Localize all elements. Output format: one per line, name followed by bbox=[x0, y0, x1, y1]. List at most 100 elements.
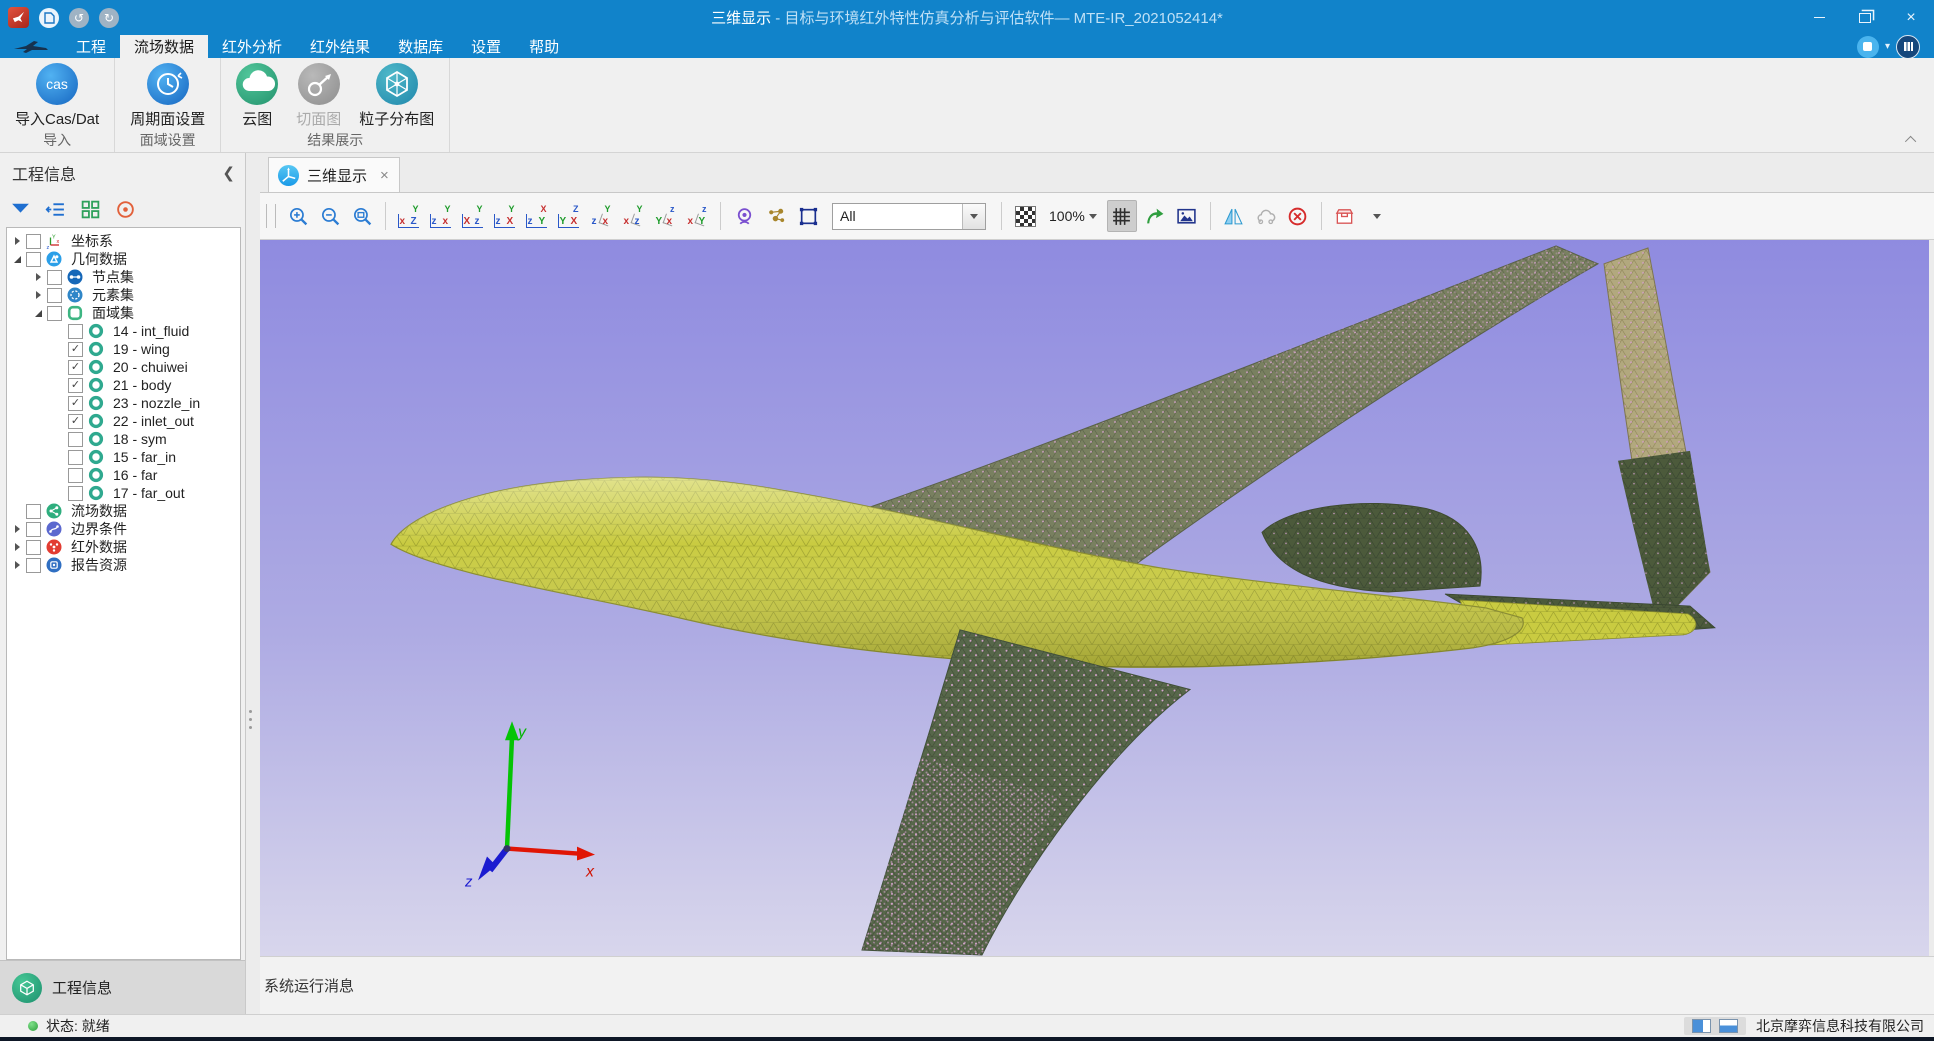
outline-list-icon[interactable] bbox=[45, 199, 66, 220]
checkbox-unchecked[interactable] bbox=[68, 450, 83, 465]
tree-row-flow-field-data-node[interactable]: 流场数据 bbox=[7, 502, 240, 520]
zoom-in-button[interactable] bbox=[284, 201, 312, 231]
checkbox-unchecked[interactable] bbox=[68, 486, 83, 501]
redo-icon[interactable]: ↻ bbox=[99, 8, 119, 28]
filter-icon[interactable] bbox=[10, 199, 31, 220]
minimize-button[interactable] bbox=[1796, 0, 1842, 35]
checkbox-checked[interactable]: ✓ bbox=[68, 360, 83, 375]
scene-3d[interactable]: y x z bbox=[260, 240, 1929, 956]
tree-row-boundary-conditions[interactable]: 边界条件 bbox=[7, 520, 240, 538]
box-select-button[interactable] bbox=[794, 201, 822, 231]
tree-row-geometry-data[interactable]: 几何数据 bbox=[7, 250, 240, 268]
tree-row-face-20-chuiwei[interactable]: ✓20 - chuiwei bbox=[7, 358, 240, 376]
opacity-checker-button[interactable] bbox=[1011, 201, 1039, 231]
mirror-display-button[interactable] bbox=[1220, 201, 1248, 231]
tree-row-face-18-sym[interactable]: 18 - sym bbox=[7, 430, 240, 448]
locate-target-icon[interactable] bbox=[115, 199, 136, 220]
zoom-out-button[interactable] bbox=[316, 201, 344, 231]
menu-item-flow-field-data[interactable]: 流场数据 bbox=[120, 35, 208, 58]
view-bottom-button[interactable]: ZYX bbox=[555, 201, 583, 231]
menu-item-settings[interactable]: 设置 bbox=[457, 35, 515, 58]
view-front-button[interactable]: YxZ bbox=[395, 201, 423, 231]
contour-plot-button[interactable]: 云图 bbox=[227, 63, 287, 129]
view-top-button[interactable]: XzY bbox=[523, 201, 551, 231]
opacity-percent-dropdown[interactable]: 100% bbox=[1043, 208, 1103, 224]
checkbox-unchecked[interactable] bbox=[26, 558, 41, 573]
checkbox-unchecked[interactable] bbox=[26, 504, 41, 519]
checkbox-unchecked[interactable] bbox=[47, 288, 62, 303]
view-right-button[interactable]: YzX bbox=[491, 201, 519, 231]
layout-panels-icon[interactable] bbox=[1896, 35, 1920, 59]
checkbox-unchecked[interactable] bbox=[26, 252, 41, 267]
snapshot-image-button[interactable] bbox=[1173, 201, 1201, 231]
checkbox-unchecked[interactable] bbox=[68, 324, 83, 339]
checkbox-unchecked[interactable] bbox=[26, 522, 41, 537]
tree-row-face-domain-set[interactable]: 面域集 bbox=[7, 304, 240, 322]
periodic-surface-settings-button[interactable]: 周期面设置 bbox=[121, 63, 214, 129]
checkbox-checked[interactable]: ✓ bbox=[68, 414, 83, 429]
menu-item-project[interactable]: 工程 bbox=[62, 35, 120, 58]
camera-view-button[interactable] bbox=[730, 201, 758, 231]
checkbox-checked[interactable]: ✓ bbox=[68, 378, 83, 393]
expander-collapsed-icon[interactable] bbox=[11, 543, 23, 551]
project-info-bottom-tab[interactable]: 工程信息 bbox=[0, 960, 245, 1014]
tree-row-face-19-wing[interactable]: ✓19 - wing bbox=[7, 340, 240, 358]
checkbox-unchecked[interactable] bbox=[68, 432, 83, 447]
zoom-fit-button[interactable] bbox=[348, 201, 376, 231]
particle-trace-button[interactable] bbox=[762, 201, 790, 231]
grid-view-icon[interactable] bbox=[80, 199, 101, 220]
checkbox-checked[interactable]: ✓ bbox=[68, 396, 83, 411]
checkbox-unchecked[interactable] bbox=[68, 468, 83, 483]
viewport-3d[interactable]: y x z bbox=[260, 240, 1929, 956]
tab-close-icon[interactable]: × bbox=[380, 167, 389, 184]
tree-row-coordinate-system[interactable]: Yzx坐标系 bbox=[7, 232, 240, 250]
tree-row-face-23-nozzle-in[interactable]: ✓23 - nozzle_in bbox=[7, 394, 240, 412]
surface-filter-combobox[interactable]: All bbox=[832, 203, 986, 230]
checkbox-unchecked[interactable] bbox=[26, 234, 41, 249]
tree-row-face-17-far-out[interactable]: 17 - far_out bbox=[7, 484, 240, 502]
tree-row-node-set[interactable]: 节点集 bbox=[7, 268, 240, 286]
import-cas-dat-button[interactable]: cas导入Cas/Dat bbox=[6, 63, 108, 129]
tree-row-element-set[interactable]: 元素集 bbox=[7, 286, 240, 304]
expander-collapsed-icon[interactable] bbox=[11, 561, 23, 569]
layout-left-panel-icon[interactable] bbox=[1692, 1019, 1711, 1033]
view-iso-sw-button[interactable]: Yzx bbox=[587, 201, 615, 231]
cloud-display-button[interactable] bbox=[1252, 201, 1280, 231]
panel-collapse-button[interactable]: ❮ bbox=[222, 164, 235, 182]
close-button[interactable]: × bbox=[1888, 0, 1934, 35]
clear-scene-button[interactable] bbox=[1284, 201, 1312, 231]
theme-style-icon[interactable] bbox=[1857, 36, 1879, 58]
new-document-icon[interactable] bbox=[39, 8, 59, 28]
save-view-button[interactable] bbox=[1331, 201, 1359, 231]
maximize-button[interactable] bbox=[1842, 0, 1888, 35]
checkbox-checked[interactable]: ✓ bbox=[68, 342, 83, 357]
tree-row-face-15-far-in[interactable]: 15 - far_in bbox=[7, 448, 240, 466]
checkbox-unchecked[interactable] bbox=[26, 540, 41, 555]
tree-row-infrared-data[interactable]: 红外数据 bbox=[7, 538, 240, 556]
undo-icon[interactable]: ↺ bbox=[69, 8, 89, 28]
app-logo-icon[interactable] bbox=[8, 7, 29, 28]
expander-expanded-icon[interactable] bbox=[32, 310, 44, 317]
menu-item-database[interactable]: 数据库 bbox=[384, 35, 457, 58]
checkbox-unchecked[interactable] bbox=[47, 270, 62, 285]
expander-collapsed-icon[interactable] bbox=[32, 291, 44, 299]
view-iso-se-button[interactable]: Yxz bbox=[619, 201, 647, 231]
view-back-button[interactable]: Yzx bbox=[427, 201, 455, 231]
tree-row-report-resources[interactable]: 报告资源 bbox=[7, 556, 240, 574]
view-iso-nw-button[interactable]: zxY bbox=[683, 201, 711, 231]
view-iso-ne-button[interactable]: zYx bbox=[651, 201, 679, 231]
layout-bottom-panel-icon[interactable] bbox=[1719, 1019, 1738, 1033]
tree-row-face-16-far[interactable]: 16 - far bbox=[7, 466, 240, 484]
save-view-dropdown-button[interactable] bbox=[1363, 201, 1391, 231]
view-left-button[interactable]: YXz bbox=[459, 201, 487, 231]
chevron-down-icon[interactable]: ▾ bbox=[1885, 41, 1890, 52]
expander-collapsed-icon[interactable] bbox=[11, 237, 23, 245]
panel-splitter-handle[interactable] bbox=[248, 710, 253, 736]
particle-distribution-plot-button[interactable]: 粒子分布图 bbox=[350, 63, 443, 129]
tab-3d-view[interactable]: 三维显示 × bbox=[268, 157, 400, 192]
menu-item-ir-analysis[interactable]: 红外分析 bbox=[208, 35, 296, 58]
expander-collapsed-icon[interactable] bbox=[11, 525, 23, 533]
tree-row-face-22-inlet-out[interactable]: ✓22 - inlet_out bbox=[7, 412, 240, 430]
ribbon-collapse-button[interactable] bbox=[1906, 134, 1918, 146]
menu-item-help[interactable]: 帮助 bbox=[515, 35, 573, 58]
